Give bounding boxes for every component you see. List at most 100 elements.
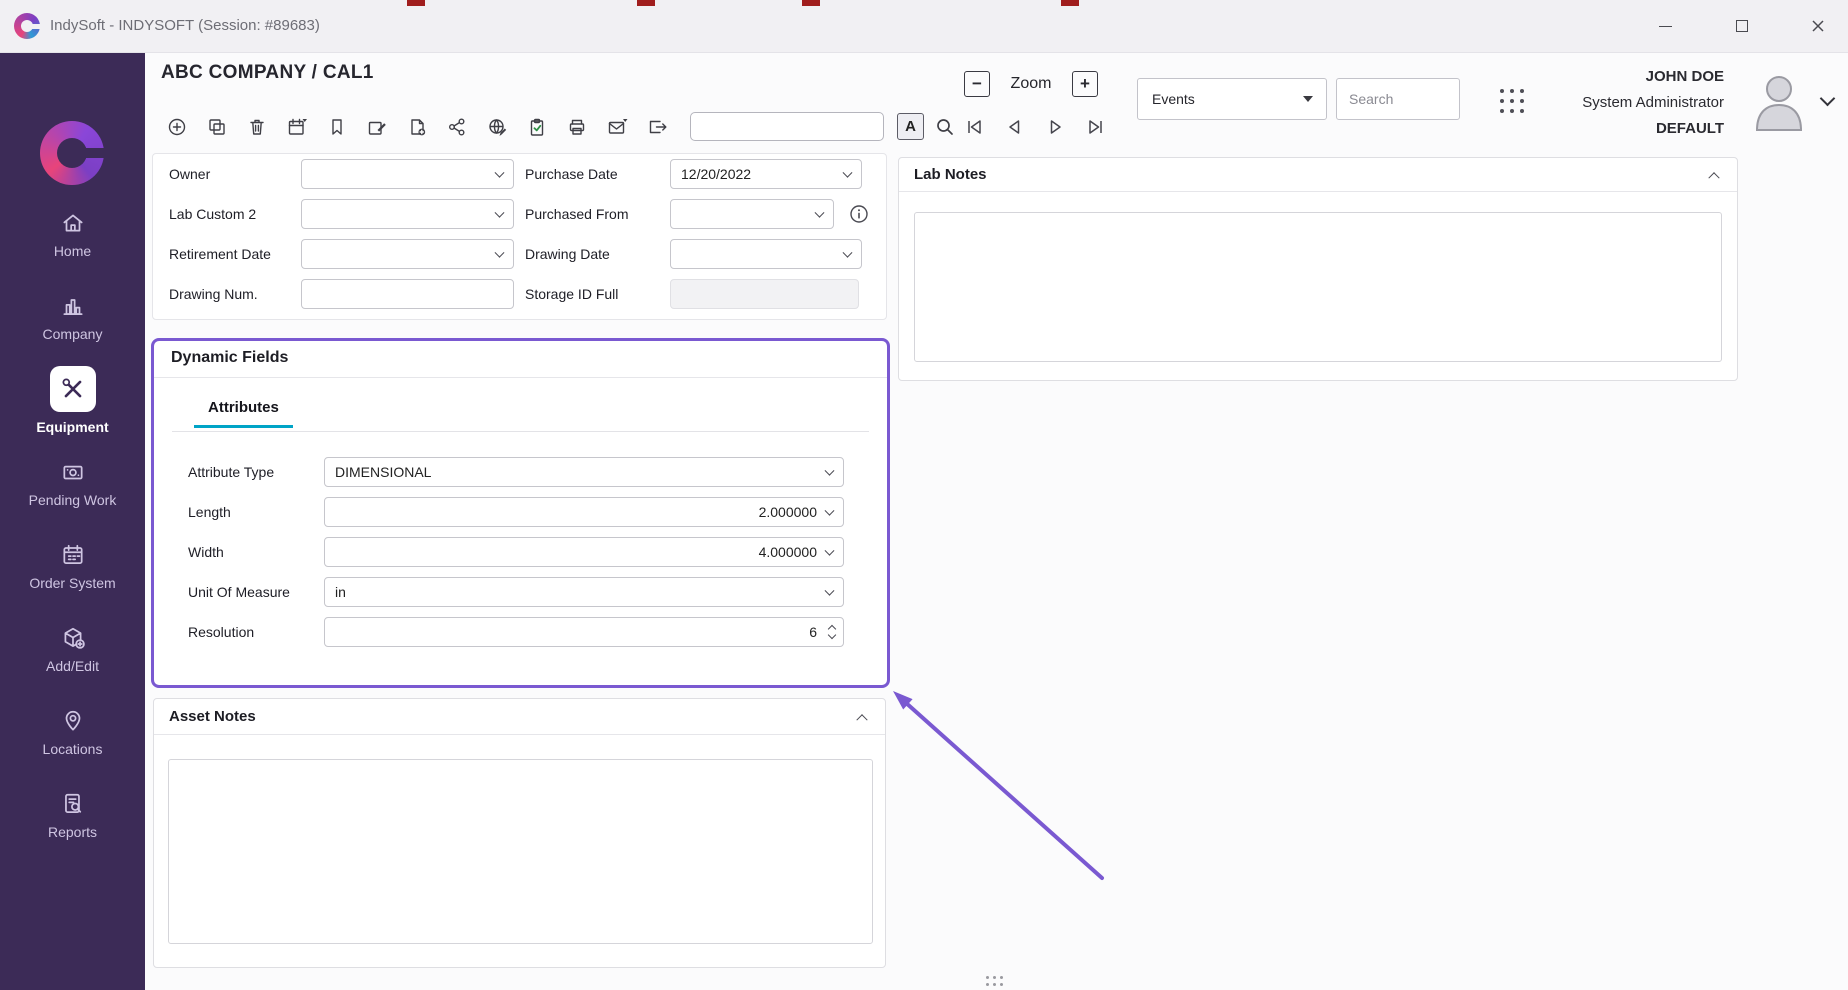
document-add-icon[interactable] xyxy=(403,113,431,141)
sidebar-item-home[interactable]: Home xyxy=(0,193,145,276)
zoom-out-button[interactable]: − xyxy=(964,71,990,97)
purchase-date-dropdown[interactable]: 12/20/2022 xyxy=(670,159,862,189)
events-dropdown[interactable]: Events xyxy=(1137,78,1327,120)
splitter-handle[interactable] xyxy=(986,976,1003,986)
app-window: IndySoft - INDYSOFT (Session: #89683) Ho… xyxy=(0,0,1848,990)
email-icon[interactable] xyxy=(603,113,631,141)
chevron-down-icon xyxy=(495,208,505,218)
user-info: JOHN DOE System Administrator DEFAULT xyxy=(1524,64,1724,142)
record-navigation xyxy=(960,112,1110,142)
field-label-resolution: Resolution xyxy=(188,617,254,647)
user-role: System Administrator xyxy=(1524,90,1724,116)
redaction-mark xyxy=(802,0,820,6)
sidebar-item-company[interactable]: Company xyxy=(0,276,145,359)
maximize-button[interactable] xyxy=(1720,0,1764,52)
lab-notes-panel: Lab Notes xyxy=(898,157,1738,381)
page-title: ABC COMPANY / CAL1 xyxy=(161,62,374,84)
info-icon[interactable] xyxy=(848,203,870,225)
chevron-down-icon xyxy=(495,168,505,178)
previous-record-icon[interactable] xyxy=(1000,112,1030,142)
chevron-down-icon xyxy=(843,168,853,178)
width-dropdown[interactable]: 4.000000 xyxy=(324,537,844,567)
record-toolbar xyxy=(163,113,671,141)
clipboard-check-icon[interactable] xyxy=(523,113,551,141)
drawing-date-dropdown[interactable] xyxy=(670,239,862,269)
retirement-date-dropdown[interactable] xyxy=(301,239,514,269)
resolution-spinner[interactable]: 6 xyxy=(324,617,844,647)
chevron-down-icon xyxy=(825,546,835,556)
length-dropdown[interactable]: 2.000000 xyxy=(324,497,844,527)
next-record-icon[interactable] xyxy=(1040,112,1070,142)
close-button[interactable] xyxy=(1796,0,1840,52)
attribute-type-dropdown[interactable]: DIMENSIONAL xyxy=(324,457,844,487)
first-record-icon[interactable] xyxy=(960,112,990,142)
events-dropdown-value: Events xyxy=(1152,91,1195,107)
asset-notes-title: Asset Notes xyxy=(169,708,256,725)
spinner-icon[interactable] xyxy=(829,626,835,638)
titlebar: IndySoft - INDYSOFT (Session: #89683) xyxy=(0,0,1848,53)
delete-icon[interactable] xyxy=(243,113,271,141)
chevron-down-icon xyxy=(825,466,835,476)
asset-notes-textarea[interactable] xyxy=(168,759,873,944)
unit-of-measure-dropdown[interactable]: in xyxy=(324,577,844,607)
user-name: JOHN DOE xyxy=(1524,64,1724,90)
bar-chart-icon xyxy=(60,293,86,319)
field-label-length: Length xyxy=(188,497,231,527)
redaction-mark xyxy=(407,0,425,6)
asset-notes-panel: Asset Notes xyxy=(153,698,886,968)
dynamic-fields-title: Dynamic Fields xyxy=(171,349,288,367)
divider xyxy=(154,377,887,378)
tools-icon xyxy=(60,376,86,402)
report-search-icon xyxy=(60,791,86,817)
field-label-retirement-date: Retirement Date xyxy=(169,239,271,269)
collapse-button[interactable] xyxy=(1703,164,1725,186)
lab-custom-2-dropdown[interactable] xyxy=(301,199,514,229)
sidebar-item-pending-work[interactable]: Pending Work xyxy=(0,442,145,525)
minimize-button[interactable] xyxy=(1643,0,1687,52)
cube-add-icon xyxy=(60,625,86,651)
equipment-badge xyxy=(50,366,96,412)
user-menu-chevron-icon[interactable] xyxy=(1820,91,1836,107)
copy-record-icon[interactable] xyxy=(203,113,231,141)
match-case-button[interactable]: A xyxy=(897,113,924,140)
drawing-num-input[interactable] xyxy=(301,279,514,309)
field-label-owner: Owner xyxy=(169,159,210,189)
print-icon[interactable] xyxy=(563,113,591,141)
quick-search-input[interactable] xyxy=(690,112,884,141)
search-icon[interactable] xyxy=(931,113,959,141)
divider xyxy=(172,431,869,432)
tab-attributes[interactable]: Attributes xyxy=(194,399,293,428)
field-label-attribute-type: Attribute Type xyxy=(188,457,274,487)
last-record-icon[interactable] xyxy=(1080,112,1110,142)
annotation-arrow xyxy=(872,672,1132,892)
lab-notes-textarea[interactable] xyxy=(914,212,1722,362)
sidebar-item-reports[interactable]: Reports xyxy=(0,774,145,857)
sidebar-item-order-system[interactable]: Order System xyxy=(0,525,145,608)
add-record-icon[interactable] xyxy=(163,113,191,141)
field-label-storage-id-full: Storage ID Full xyxy=(525,279,618,309)
purchased-from-dropdown[interactable] xyxy=(670,199,834,229)
edit-icon[interactable] xyxy=(363,113,391,141)
dynamic-fields-panel: Dynamic Fields Attributes Attribute Type… xyxy=(151,338,890,688)
sidebar: Home Company Equipment Pending Work Orde… xyxy=(0,53,145,990)
indysoft-logo-icon xyxy=(14,13,40,39)
sidebar-item-add-edit[interactable]: Add/Edit xyxy=(0,608,145,691)
user-avatar[interactable] xyxy=(1752,70,1806,132)
zoom-in-button[interactable]: + xyxy=(1072,71,1098,97)
sidebar-item-equipment[interactable]: Equipment xyxy=(0,359,145,442)
chevron-down-icon xyxy=(815,208,825,218)
header-search-input[interactable] xyxy=(1336,78,1460,120)
export-icon[interactable] xyxy=(643,113,671,141)
field-label-unit-of-measure: Unit Of Measure xyxy=(188,577,290,607)
collapse-button[interactable] xyxy=(851,706,873,728)
calendar-icon xyxy=(60,542,86,568)
field-label-width: Width xyxy=(188,537,224,567)
field-label-drawing-date: Drawing Date xyxy=(525,239,610,269)
bookmark-icon[interactable] xyxy=(323,113,351,141)
share-icon[interactable] xyxy=(443,113,471,141)
globe-edit-icon[interactable] xyxy=(483,113,511,141)
owner-dropdown[interactable] xyxy=(301,159,514,189)
calendar-add-icon[interactable] xyxy=(283,113,311,141)
sidebar-item-locations[interactable]: Locations xyxy=(0,691,145,774)
storage-id-full-input xyxy=(670,279,859,309)
